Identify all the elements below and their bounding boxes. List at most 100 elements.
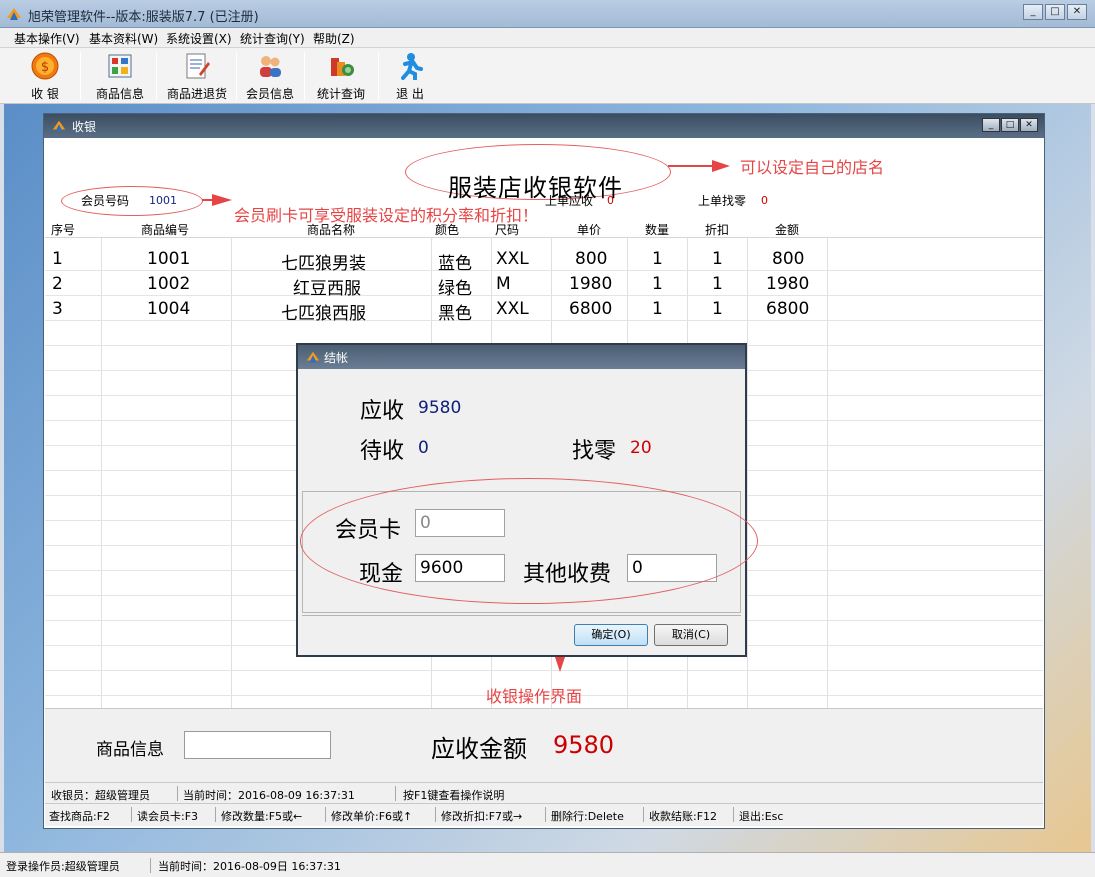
cashier-title-bar: 收银 _ □ ✕ [44,114,1044,138]
goods-grid-icon [108,54,132,78]
toolbar-exit-label: 退 出 [396,87,424,101]
main-status-operator: 登录操作员:超级管理员 [6,860,120,873]
toolbar-cashier-label: 收 银 [31,87,59,101]
menu-basic-data[interactable]: 基本资料(W) [89,30,158,47]
menu-basic-ops[interactable]: 基本操作(V) [14,30,80,47]
window-controls: _ □ ✕ [1023,4,1087,20]
members-icon [260,56,281,77]
member-number-label: 会员号码 [81,194,130,208]
amount-due-label: 应收金额 [431,735,527,763]
toolbar-members-label: 会员信息 [245,87,294,101]
cashier-window-icon [52,120,66,132]
shortcut-exit: 退出:Esc [739,810,784,823]
annotation-dialog: 收银操作界面 [486,687,583,706]
statistics-icon [331,58,354,76]
annotation-member: 会员刷卡可享受服装设定的积分率和折扣！ [234,206,539,225]
checkout-buttons: 确定(O) 取消(C) [302,615,741,653]
table-row[interactable]: 3 1004 七匹狼西服 黑色 XXL 6800 1 1 6800 [45,296,1043,324]
member-number-value: 1001 [149,194,177,207]
cashier-status-bar: 收银员：超级管理员 当前时间：2016-08-09 16:37:31 按F1键查… [45,782,1043,804]
cell-amount: 800 [772,249,805,269]
cell-index: 2 [52,274,63,294]
app-title-bar: 旭荣管理软件--版本:服装版7.7 (已注册) _ □ ✕ [0,0,1095,28]
toolbar-members-button[interactable]: 会员信息 [244,50,296,102]
checkout-title-bar: 结帐 [298,345,745,369]
last-due-label: 上单应收 [545,194,594,208]
toolbar-statistics-button[interactable]: 统计查询 [314,50,368,102]
cell-qty: 1 [652,249,663,269]
toolbar-cashier-button[interactable]: $ 收 银 [22,50,68,102]
shop-name: 服装店收银软件 [448,174,623,202]
checkout-summary: 应收 9580 待收 0 找零 20 [300,371,743,489]
toolbar-statistics-label: 统计查询 [316,87,365,101]
shortcut-edit-discount: 修改折扣:F7或→ [441,810,523,823]
col-header-amount: 金额 [775,223,800,237]
menu-help[interactable]: 帮助(Z) [313,30,355,47]
cell-amount: 6800 [766,299,810,319]
last-due-value: 0 [607,194,614,207]
cashier-minimize-button[interactable]: _ [982,118,1000,132]
confirm-button[interactable]: 确定(O) [574,624,648,646]
toolbar-goods-inout-label: 商品进退货 [166,87,227,101]
cell-discount: 1 [712,249,723,269]
main-status-time: 当前时间：2016-08-09日 16:37:31 [158,860,341,873]
table-row[interactable]: 1 1001 七匹狼男装 蓝色 XXL 800 1 1 800 [45,246,1043,274]
shortcut-bar: 查找商品:F2 读会员卡:F3 修改数量:F5或← 修改单价:F6或↑ 修改折扣… [45,804,1043,826]
cashier-coin-icon: $ [31,52,59,80]
shortcut-delete-row: 删除行:Delete [551,810,624,823]
exit-runner-icon [401,53,423,81]
pending-label: 待收 [360,439,405,464]
toolbar-exit-button[interactable]: 退 出 [390,50,430,102]
status-time: 当前时间：2016-08-09 16:37:31 [183,789,355,802]
cell-price: 6800 [569,299,613,319]
goods-info-label: 商品信息 [96,740,164,760]
goods-info-input[interactable] [184,731,331,759]
checkout-window-icon [306,351,320,363]
cell-index: 1 [52,249,63,269]
toolbar-goods-inout-button[interactable]: 商品进退货 [165,50,229,102]
col-header-price: 单价 [577,223,602,237]
cell-price: 800 [575,249,608,269]
col-header-discount: 折扣 [705,223,730,237]
toolbar-goods-button[interactable]: 商品信息 [94,50,146,102]
shortcut-edit-price: 修改单价:F6或↑ [331,810,413,823]
toolbar: $ 收 银 商品信息 商品进退货 会员信息 统计查询 退 出 [0,48,1095,104]
cell-code: 1004 [147,299,191,319]
menu-statistics[interactable]: 统计查询(Y) [240,30,305,47]
main-status-bar: 登录操作员:超级管理员 当前时间：2016-08-09日 16:37:31 [0,852,1095,877]
goods-inout-icon [186,53,210,79]
last-change-label: 上单找零 [698,194,747,208]
last-change-value: 0 [761,194,768,207]
cashier-footer: 商品信息 应收金额 9580 [45,708,1043,782]
due-label: 应收 [360,399,405,424]
table-row[interactable]: 2 1002 红豆西服 绿色 M 1980 1 1 1980 [45,271,1043,299]
minimize-button[interactable]: _ [1023,4,1043,20]
annotation-shop-name: 可以设定自己的店名 [740,158,885,177]
cell-size: XXL [496,299,529,319]
status-cashier: 收银员：超级管理员 [51,789,150,802]
cashier-maximize-button[interactable]: □ [1001,118,1019,132]
amount-due-value: 9580 [553,731,615,759]
annotation-ellipse-dialog [300,478,758,604]
col-header-index: 序号 [51,223,76,237]
menu-system-settings[interactable]: 系统设置(X) [166,30,232,47]
status-help-hint: 按F1键查看操作说明 [403,789,505,802]
cashier-header: 服装店收银软件 会员号码 1001 上单应收 0 上单找零 0 [45,138,1043,224]
cancel-button[interactable]: 取消(C) [654,624,728,646]
cashier-close-button[interactable]: ✕ [1020,118,1038,132]
cell-discount: 1 [712,299,723,319]
cell-price: 1980 [569,274,613,294]
cell-size: M [496,274,511,294]
close-button[interactable]: ✕ [1067,4,1087,20]
shortcut-edit-qty: 修改数量:F5或← [221,810,303,823]
shortcut-read-card: 读会员卡:F3 [137,810,199,823]
maximize-button[interactable]: □ [1045,4,1065,20]
cell-code: 1002 [147,274,191,294]
cell-index: 3 [52,299,63,319]
grid-header: 序号 商品编号 商品名称 颜色 尺码 单价 数量 折扣 金额 [45,218,1043,238]
cashier-window-controls: _ □ ✕ [982,118,1038,132]
shortcut-checkout: 收款结账:F12 [649,810,718,823]
due-value: 9580 [418,398,462,418]
cell-amount: 1980 [766,274,810,294]
cell-size: XXL [496,249,529,269]
